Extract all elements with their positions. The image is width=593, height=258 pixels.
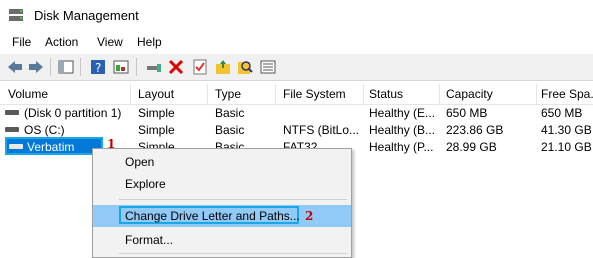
context-menu: Open Explore Change Drive Letter and Pat… (92, 148, 352, 258)
selected-volume-verbatim[interactable]: Verbatim (5, 137, 103, 155)
disk-icon (5, 110, 19, 115)
back-arrow-icon[interactable] (6, 58, 24, 76)
cell-status: Healthy (P... (369, 140, 434, 154)
list-view-icon[interactable] (259, 58, 277, 76)
properties-icon[interactable] (112, 58, 130, 76)
cell-status: Healthy (E... (369, 106, 436, 120)
cell-capacity: 650 MB (446, 106, 488, 120)
cell-free-space: 650 MB (541, 106, 583, 120)
console-tree-icon[interactable] (57, 58, 75, 76)
annotation-marker-2: 2 (305, 209, 314, 223)
connect-icon[interactable] (145, 58, 163, 76)
cell-layout: Simple (138, 123, 175, 137)
svg-text:?: ? (95, 61, 101, 75)
menu-bar: File Action View Help (0, 30, 593, 54)
toolbar: ? (0, 54, 593, 81)
context-menu-explore[interactable]: Explore (93, 173, 351, 195)
cell-free-space: 41.30 GB (541, 123, 592, 137)
disk-icon (5, 127, 19, 132)
table-row[interactable]: (Disk 0 partition 1) Simple Basic Health… (0, 105, 593, 122)
disk-icon (9, 144, 23, 149)
cell-free-space: 21.10 GB (541, 140, 592, 154)
column-header-row: Volume Layout Type File System Status Ca… (0, 84, 593, 105)
column-header-capacity[interactable]: Capacity (446, 87, 493, 101)
context-menu-label: Change Drive Letter and Paths... (125, 209, 300, 223)
cell-capacity: 223.86 GB (446, 123, 504, 137)
cell-volume: Verbatim (27, 140, 75, 154)
column-header-status[interactable]: Status (369, 87, 403, 101)
menu-file[interactable]: File (12, 35, 31, 49)
open-folder-icon[interactable] (214, 58, 232, 76)
cell-type: Basic (215, 106, 245, 120)
disk-management-icon (9, 9, 23, 21)
column-header-type[interactable]: Type (215, 87, 241, 101)
context-menu-open[interactable]: Open (93, 151, 351, 173)
menu-help[interactable]: Help (137, 35, 162, 49)
column-header-layout[interactable]: Layout (138, 87, 174, 101)
cell-volume: OS (C:) (24, 123, 65, 137)
context-menu-separator (119, 253, 347, 254)
forward-arrow-icon[interactable] (27, 58, 45, 76)
context-menu-label: Open (125, 155, 155, 169)
context-menu-label: Explore (125, 177, 166, 191)
checkmark-icon[interactable] (191, 58, 209, 76)
cell-status: Healthy (B... (369, 123, 436, 137)
column-header-file-system[interactable]: File System (283, 87, 346, 101)
cell-type: Basic (215, 123, 245, 137)
title-bar: Disk Management (0, 0, 593, 30)
help-icon[interactable]: ? (89, 58, 107, 76)
menu-view[interactable]: View (97, 35, 123, 49)
cell-capacity: 28.99 GB (446, 140, 497, 154)
context-menu-label: Format... (125, 233, 174, 247)
cell-layout: Simple (138, 106, 175, 120)
window-title: Disk Management (34, 8, 139, 23)
column-header-volume[interactable]: Volume (8, 87, 48, 101)
column-header-free-space[interactable]: Free Spa... (541, 87, 593, 101)
cell-volume: (Disk 0 partition 1) (24, 106, 122, 120)
menu-action[interactable]: Action (45, 35, 78, 49)
cell-file-system: NTFS (BitLo... (283, 123, 360, 137)
context-menu-change-drive-letter[interactable]: Change Drive Letter and Paths... 2 (93, 205, 351, 227)
context-menu-format[interactable]: Format... (93, 229, 351, 251)
search-icon[interactable] (236, 58, 254, 76)
context-menu-separator (119, 199, 347, 200)
delete-icon[interactable] (167, 58, 185, 76)
